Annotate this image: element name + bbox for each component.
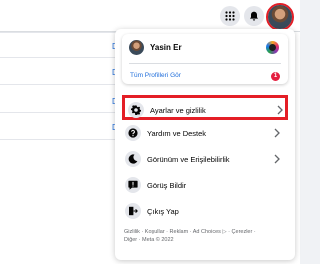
menu-grid-button[interactable] — [220, 6, 240, 26]
feedback-icon — [128, 180, 138, 190]
profile-avatar — [129, 40, 144, 55]
divider — [0, 112, 120, 113]
notifications-button[interactable] — [244, 6, 264, 26]
story-ring-icon[interactable] — [266, 41, 279, 54]
footer-line-2[interactable]: Diğer · Meta © 2022 — [124, 236, 286, 244]
logout-icon-wrap — [125, 203, 141, 219]
footer-line-1[interactable]: Gizlilik · Koşullar · Reklam · Ad Choice… — [124, 228, 286, 236]
notification-badge: 1 — [271, 72, 280, 81]
chevron-right-icon — [277, 105, 283, 115]
footer-links: Gizlilik · Koşullar · Reklam · Ad Choice… — [124, 228, 286, 244]
gear-icon — [131, 105, 141, 115]
profile-card: Yasin Er Tüm Profilleri Gör 1 — [122, 34, 288, 84]
gear-icon-wrap — [128, 102, 144, 118]
chevron-right-icon — [274, 128, 280, 138]
profile-name: Yasin Er — [150, 43, 182, 52]
bell-icon — [250, 11, 258, 21]
question-icon — [128, 128, 138, 138]
menu-item-label: Ayarlar ve gizlilik — [150, 106, 206, 115]
feedback-icon-wrap — [125, 177, 141, 193]
logout-icon — [129, 206, 138, 216]
top-bar — [0, 0, 300, 32]
menu-item-label: Çıkış Yap — [147, 207, 179, 216]
menu-item-label: Yardım ve Destek — [147, 129, 207, 138]
menu-item-help-support[interactable]: Yardım ve Destek — [122, 121, 288, 146]
menu-item-log-out[interactable]: Çıkış Yap — [122, 199, 288, 224]
divider — [129, 63, 281, 64]
account-button[interactable] — [266, 3, 294, 31]
menu-item-give-feedback[interactable]: Görüş Bildir — [122, 173, 288, 198]
question-icon-wrap — [125, 125, 141, 141]
profile-row[interactable]: Yasin Er — [122, 34, 288, 60]
moon-icon — [128, 154, 138, 164]
divider — [0, 57, 120, 58]
account-dropdown-menu: Yasin Er Tüm Profilleri Gör 1 Ayarlar ve… — [115, 29, 295, 260]
chevron-right-icon — [274, 154, 280, 164]
menu-item-label: Görüş Bildir — [147, 181, 187, 190]
grid-icon — [225, 11, 235, 21]
divider — [0, 84, 120, 85]
menu-item-display-accessibility[interactable]: Görünüm ve Erişilebilirlik — [122, 147, 288, 172]
divider — [0, 139, 120, 140]
menu-item-label: Görünüm ve Erişilebilirlik — [147, 155, 230, 164]
menu-item-settings-privacy[interactable]: Ayarlar ve gizlilik — [122, 95, 288, 120]
see-all-profiles-link[interactable]: Tüm Profilleri Gör — [130, 72, 181, 79]
divider — [0, 32, 120, 33]
moon-icon-wrap — [125, 151, 141, 167]
avatar — [268, 5, 292, 29]
